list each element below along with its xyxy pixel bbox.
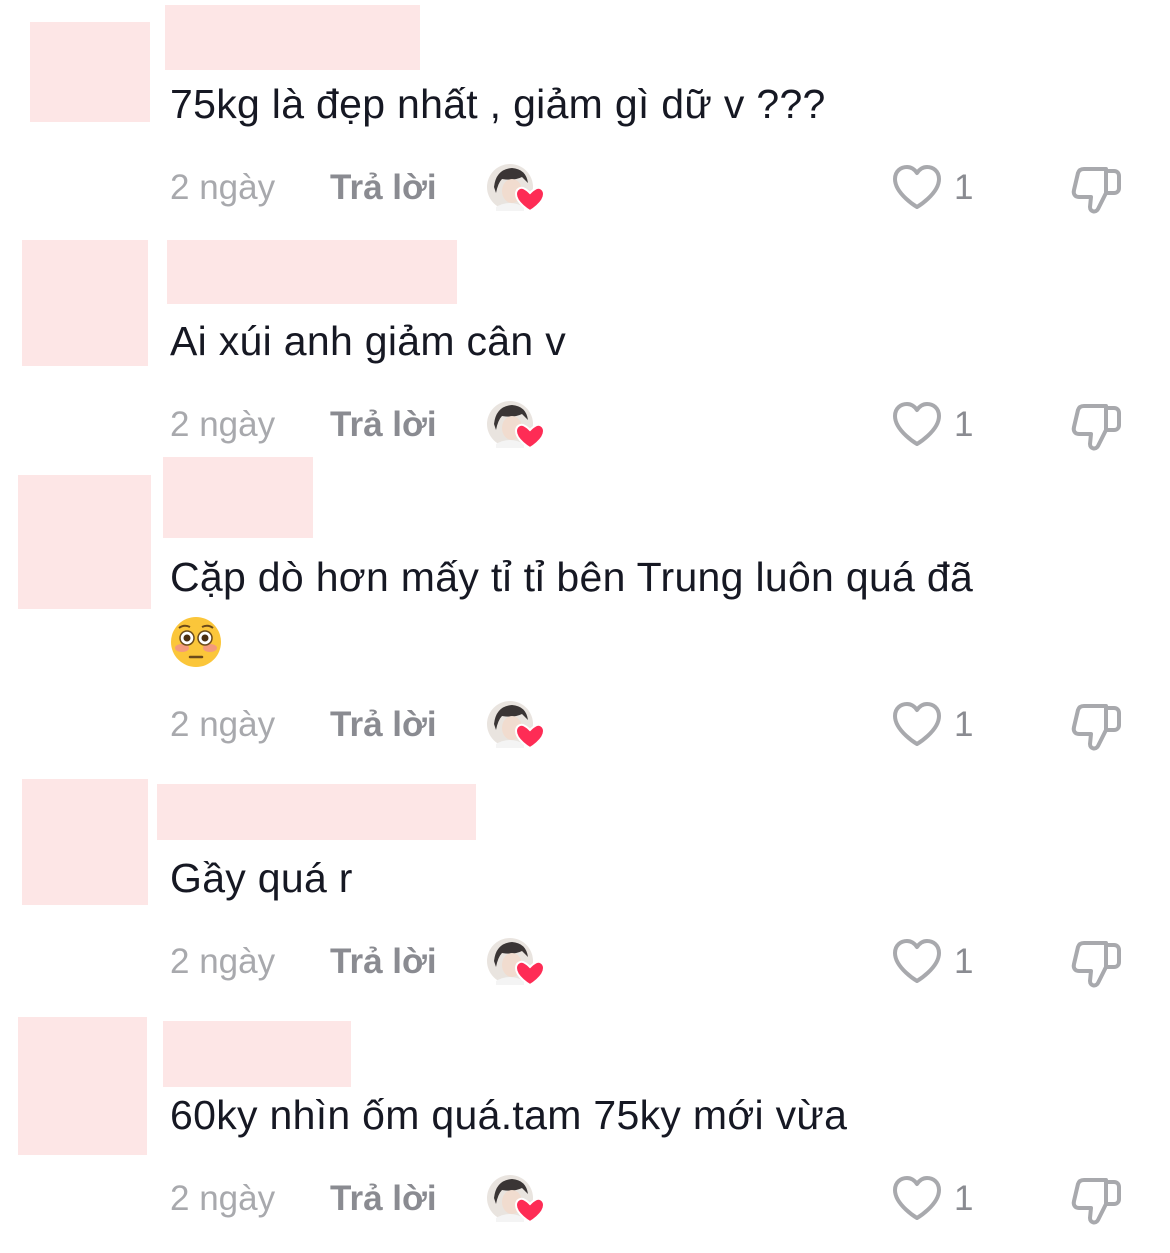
thumbs-down-icon xyxy=(1071,167,1121,214)
comment-time: 2 ngày xyxy=(170,942,276,981)
dislike-button[interactable] xyxy=(1070,937,1124,991)
username-redacted[interactable] xyxy=(165,5,420,70)
thumbs-down-icon xyxy=(1071,704,1121,751)
username-redacted[interactable] xyxy=(163,1021,351,1087)
like-count: 1 xyxy=(954,705,974,744)
comment-item: Cặp dò hơn mấy tỉ tỉ bên Trung luôn quá … xyxy=(0,455,1170,775)
comment-text: 60ky nhìn ốm quá.tam 75ky mới vừa xyxy=(170,1092,848,1138)
dislike-button[interactable] xyxy=(1070,400,1124,454)
comment-meta: 2 ngày Trả lời 1 xyxy=(170,1174,1130,1225)
avatar-redacted[interactable] xyxy=(18,475,151,609)
creator-liked-badge xyxy=(486,700,544,750)
creator-liked-badge xyxy=(486,937,544,987)
like-count: 1 xyxy=(954,168,974,207)
reply-button[interactable]: Trả lời xyxy=(330,400,437,450)
thumbs-down-icon xyxy=(1071,404,1121,451)
username-redacted[interactable] xyxy=(163,457,313,538)
username-redacted[interactable] xyxy=(167,240,457,304)
comment-time: 2 ngày xyxy=(170,405,276,444)
thumbs-down-icon xyxy=(1071,1178,1121,1225)
avatar-redacted[interactable] xyxy=(18,1017,147,1155)
like-button[interactable] xyxy=(890,163,944,213)
creator-liked-badge xyxy=(486,163,544,213)
like-button[interactable] xyxy=(890,700,944,750)
comment-item: 60ky nhìn ốm quá.tam 75ky mới vừa 2 ngày… xyxy=(0,1010,1170,1253)
like-count: 1 xyxy=(954,942,974,981)
comment-item: Gầy quá r 2 ngày Trả lời 1 xyxy=(0,775,1170,1010)
comment-meta: 2 ngày Trả lời 1 xyxy=(170,163,1130,214)
dislike-button[interactable] xyxy=(1070,700,1124,754)
comment-time: 2 ngày xyxy=(170,1179,276,1218)
comment-meta: 2 ngày Trả lời 1 xyxy=(170,700,1130,751)
like-count: 1 xyxy=(954,405,974,444)
thumbs-down-icon xyxy=(1071,941,1121,988)
avatar-redacted[interactable] xyxy=(22,779,148,905)
reply-button[interactable]: Trả lời xyxy=(330,1174,437,1224)
heart-outline-icon xyxy=(893,165,941,209)
comment-text: Cặp dò hơn mấy tỉ tỉ bên Trung luôn quá … xyxy=(170,547,1110,668)
like-button[interactable] xyxy=(890,400,944,450)
comment-meta: 2 ngày Trả lời 1 xyxy=(170,400,1130,451)
comment-text: Ai xúi anh giảm cân v xyxy=(170,318,566,364)
heart-outline-icon xyxy=(893,1176,941,1220)
flushed-face-emoji-icon xyxy=(170,616,222,668)
like-button[interactable] xyxy=(890,937,944,987)
dislike-button[interactable] xyxy=(1070,1174,1124,1228)
reply-button[interactable]: Trả lời xyxy=(330,163,437,213)
comment-time: 2 ngày xyxy=(170,705,276,744)
reply-button[interactable]: Trả lời xyxy=(330,937,437,987)
username-redacted[interactable] xyxy=(157,784,476,840)
creator-liked-badge xyxy=(486,400,544,450)
like-count: 1 xyxy=(954,1179,974,1218)
comment-text-content: Cặp dò hơn mấy tỉ tỉ bên Trung luôn quá … xyxy=(170,554,974,600)
comment-time: 2 ngày xyxy=(170,168,276,207)
dislike-button[interactable] xyxy=(1070,163,1124,217)
avatar-redacted[interactable] xyxy=(30,22,150,122)
like-button[interactable] xyxy=(890,1174,944,1224)
comment-meta: 2 ngày Trả lời 1 xyxy=(170,937,1130,988)
comment-text: Gầy quá r xyxy=(170,855,353,901)
comment-text: 75kg là đẹp nhất , giảm gì dữ v ??? xyxy=(170,81,826,127)
avatar-redacted[interactable] xyxy=(22,240,148,366)
comment-item: 75kg là đẹp nhất , giảm gì dữ v ??? 2 ng… xyxy=(0,0,1170,235)
heart-outline-icon xyxy=(893,702,941,746)
reply-button[interactable]: Trả lời xyxy=(330,700,437,750)
heart-outline-icon xyxy=(893,402,941,446)
heart-outline-icon xyxy=(893,939,941,983)
creator-liked-badge xyxy=(486,1174,544,1224)
comment-item: Ai xúi anh giảm cân v 2 ngày Trả lời 1 xyxy=(0,235,1170,455)
